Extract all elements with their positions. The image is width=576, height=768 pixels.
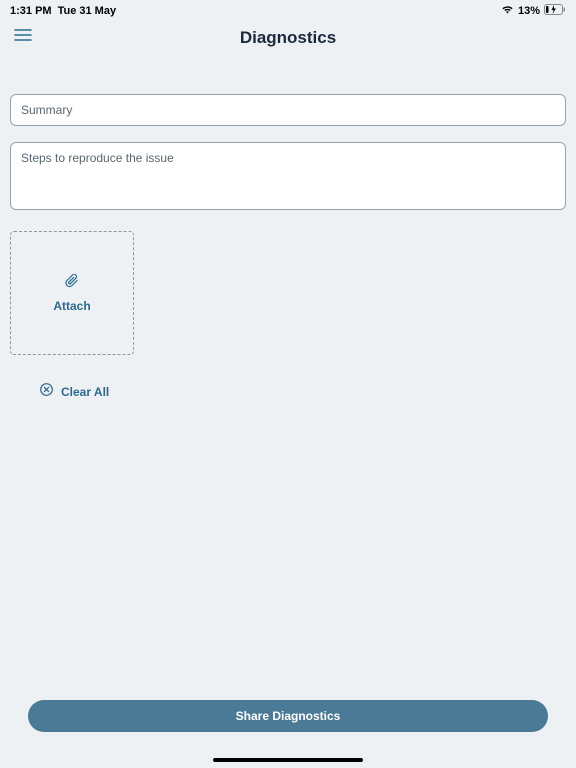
battery-icon [544, 4, 566, 18]
clear-all-label: Clear All [61, 385, 109, 399]
status-date: Tue 31 May [58, 5, 117, 17]
status-bar: 1:31 PM Tue 31 May 13% [0, 0, 576, 20]
wifi-icon [501, 5, 514, 18]
share-diagnostics-button[interactable]: Share Diagnostics [28, 700, 548, 732]
home-indicator [213, 758, 363, 762]
battery-percent: 13% [518, 5, 540, 17]
paperclip-icon [65, 274, 79, 293]
steps-input[interactable] [10, 142, 566, 210]
summary-input[interactable] [10, 94, 566, 126]
status-time: 1:31 PM [10, 5, 52, 17]
hamburger-icon [14, 28, 32, 42]
clear-icon [40, 383, 53, 401]
menu-button[interactable] [14, 28, 32, 47]
header: Diagnostics [0, 20, 576, 56]
attach-label: Attach [53, 299, 90, 313]
page-title: Diagnostics [0, 28, 576, 48]
attach-button[interactable]: Attach [10, 231, 134, 355]
clear-all-button[interactable]: Clear All [40, 383, 566, 401]
